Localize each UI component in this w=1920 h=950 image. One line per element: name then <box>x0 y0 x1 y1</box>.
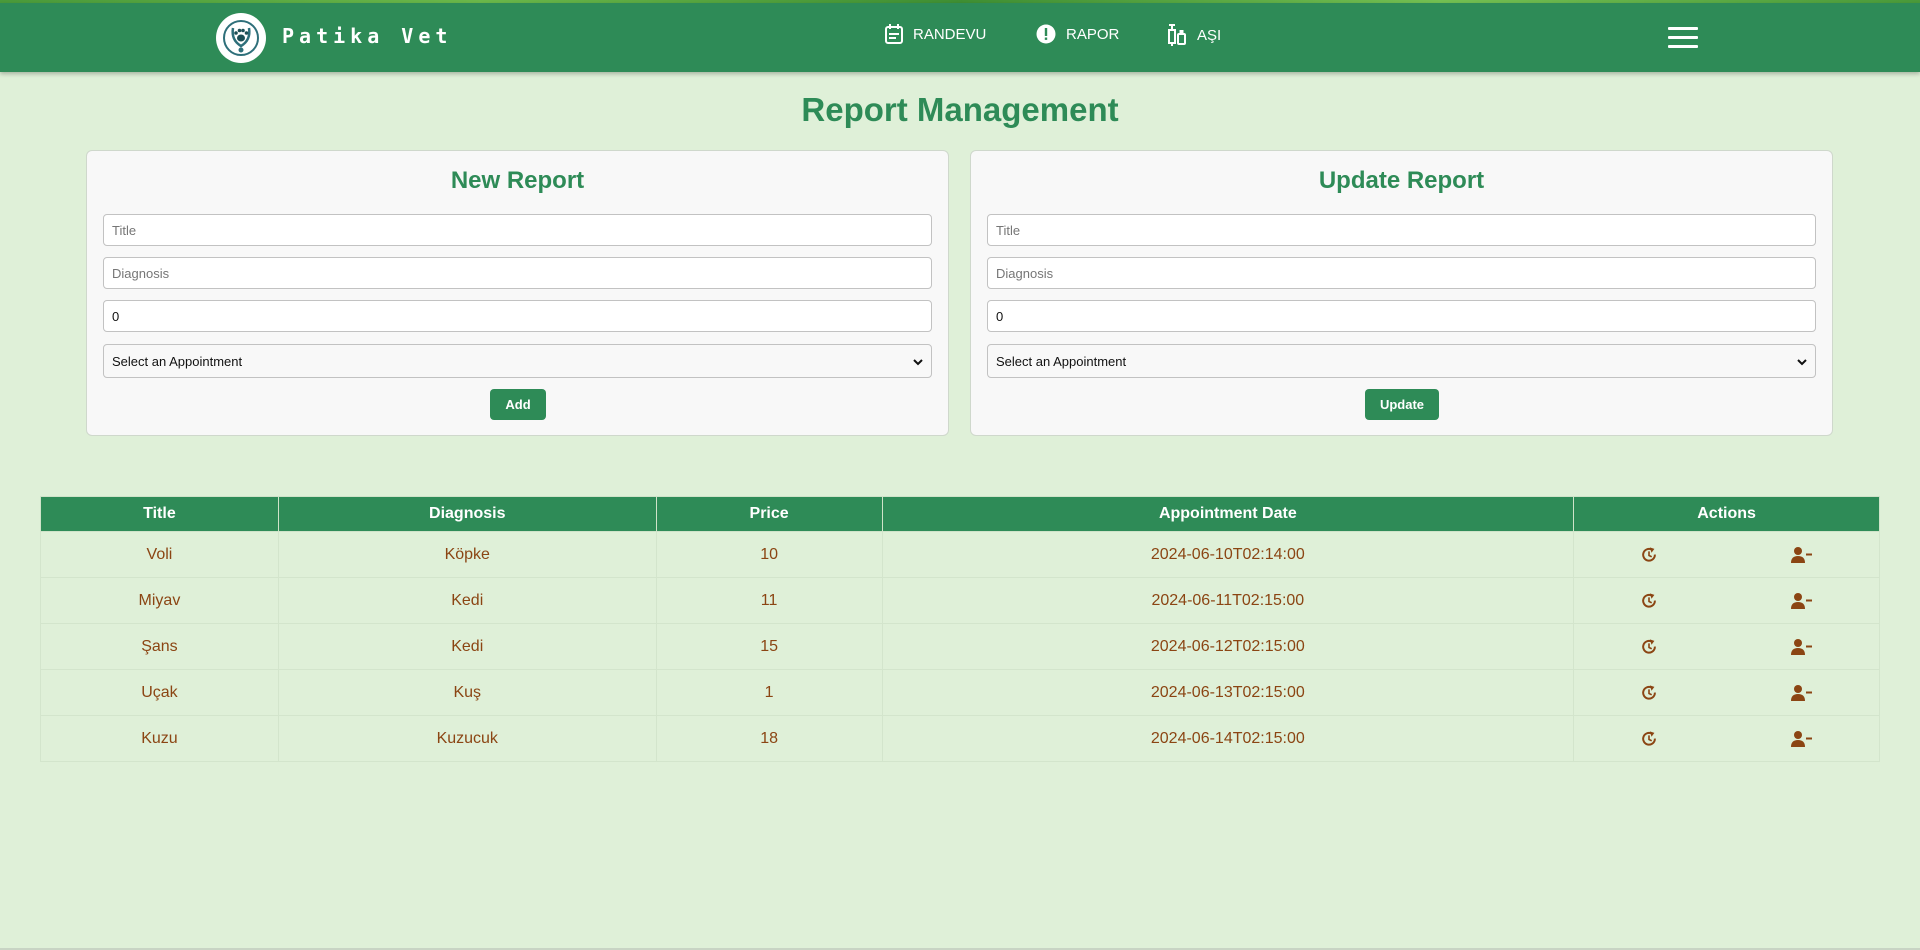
calendar-icon <box>885 24 903 44</box>
remove-user-icon[interactable] <box>1790 684 1813 702</box>
select-value: Select an Appointment <box>996 353 1127 369</box>
table-row: Kuzu Kuzucuk 18 2024-06-14T02:15:00 <box>40 715 1880 762</box>
new-diagnosis-input[interactable]: Diagnosis <box>103 257 932 289</box>
update-icon[interactable] <box>1640 638 1658 656</box>
cell-diagnosis: Kedi <box>277 623 657 670</box>
select-value: Select an Appointment <box>112 353 243 369</box>
cell-actions <box>1573 531 1880 578</box>
alert-circle-icon <box>1036 24 1056 44</box>
column-header-price: Price <box>655 496 883 532</box>
remove-user-icon[interactable] <box>1790 638 1813 656</box>
column-header-diagnosis: Diagnosis <box>277 496 657 532</box>
column-header-title: Title <box>40 496 279 532</box>
update-report-heading: Update Report <box>1318 167 1485 194</box>
cell-price: 18 <box>655 715 883 762</box>
paw-stethoscope-logo-icon <box>223 20 259 56</box>
update-icon[interactable] <box>1640 546 1658 564</box>
table-header-row: Title Diagnosis Price Appointment Date A… <box>40 496 1880 532</box>
cell-price: 10 <box>655 531 883 578</box>
column-header-actions: Actions <box>1573 496 1880 532</box>
cell-appointment-date: 2024-06-10T02:14:00 <box>881 531 1575 578</box>
nav-label: RANDEVU <box>913 25 987 43</box>
nav-item-rapor[interactable]: RAPOR <box>1036 24 1119 44</box>
cell-title: Miyav <box>40 577 279 624</box>
table-row: Uçak Kuş 1 2024-06-13T02:15:00 <box>40 669 1880 716</box>
chevron-down-icon <box>1797 354 1807 369</box>
nav-item-randevu[interactable]: RANDEVU <box>885 24 986 44</box>
row-actions <box>1574 684 1879 702</box>
cell-title: Uçak <box>40 669 279 716</box>
update-button[interactable]: Update <box>1365 389 1439 420</box>
add-button[interactable]: Add <box>490 389 546 420</box>
update-diagnosis-input[interactable]: Diagnosis <box>987 257 1816 289</box>
cell-actions <box>1573 623 1880 670</box>
new-price-input[interactable]: 0 <box>103 300 932 332</box>
cell-diagnosis: Köpke <box>277 531 657 578</box>
update-price-input[interactable]: 0 <box>987 300 1816 332</box>
new-report-heading: New Report <box>450 167 585 194</box>
cell-title: Şans <box>40 623 279 670</box>
update-icon[interactable] <box>1640 730 1658 748</box>
navbar: Patika Vet RANDEVU RAPOR AŞI <box>0 3 1920 72</box>
remove-user-icon[interactable] <box>1790 592 1813 610</box>
cell-price: 11 <box>655 577 883 624</box>
cell-title: Kuzu <box>40 715 279 762</box>
column-header-appointment-date: Appointment Date <box>881 496 1575 532</box>
cell-appointment-date: 2024-06-13T02:15:00 <box>881 669 1575 716</box>
update-appointment-select[interactable]: Select an Appointment <box>987 344 1816 378</box>
update-icon[interactable] <box>1640 684 1658 702</box>
cell-title: Voli <box>40 531 279 578</box>
table-row: Voli Köpke 10 2024-06-10T02:14:00 <box>40 531 1880 578</box>
table-row: Miyav Kedi 11 2024-06-11T02:15:00 <box>40 577 1880 624</box>
cell-diagnosis: Kedi <box>277 577 657 624</box>
update-report-form: Update Report Title Diagnosis 0 Select a… <box>970 150 1833 436</box>
logo[interactable] <box>216 13 266 63</box>
new-title-input[interactable]: Title <box>103 214 932 246</box>
remove-user-icon[interactable] <box>1790 730 1813 748</box>
nav-label: RAPOR <box>1066 25 1120 43</box>
cell-actions <box>1573 715 1880 762</box>
reports-table: Title Diagnosis Price Appointment Date A… <box>40 496 1880 762</box>
row-actions <box>1574 730 1879 748</box>
nav-label: AŞI <box>1197 26 1222 44</box>
cell-actions <box>1573 669 1880 716</box>
cell-actions <box>1573 577 1880 624</box>
cell-appointment-date: 2024-06-11T02:15:00 <box>881 577 1575 624</box>
cell-diagnosis: Kuş <box>277 669 657 716</box>
row-actions <box>1574 592 1879 610</box>
cell-appointment-date: 2024-06-14T02:15:00 <box>881 715 1575 762</box>
row-actions <box>1574 638 1879 656</box>
syringe-icon <box>1167 24 1187 46</box>
new-appointment-select[interactable]: Select an Appointment <box>103 344 932 378</box>
table-row: Şans Kedi 15 2024-06-12T02:15:00 <box>40 623 1880 670</box>
brand-name[interactable]: Patika Vet <box>282 24 452 48</box>
cell-price: 15 <box>655 623 883 670</box>
cell-price: 1 <box>655 669 883 716</box>
update-icon[interactable] <box>1640 592 1658 610</box>
cell-diagnosis: Kuzucuk <box>277 715 657 762</box>
nav-item-asi[interactable]: AŞI <box>1167 24 1221 46</box>
hamburger-menu-icon[interactable] <box>1668 27 1698 49</box>
cell-appointment-date: 2024-06-12T02:15:00 <box>881 623 1575 670</box>
new-report-form: New Report Title Diagnosis 0 Select an A… <box>86 150 949 436</box>
chevron-down-icon <box>913 354 923 369</box>
page-title: Report Management <box>801 91 1119 128</box>
row-actions <box>1574 546 1879 564</box>
update-title-input[interactable]: Title <box>987 214 1816 246</box>
remove-user-icon[interactable] <box>1790 546 1813 564</box>
